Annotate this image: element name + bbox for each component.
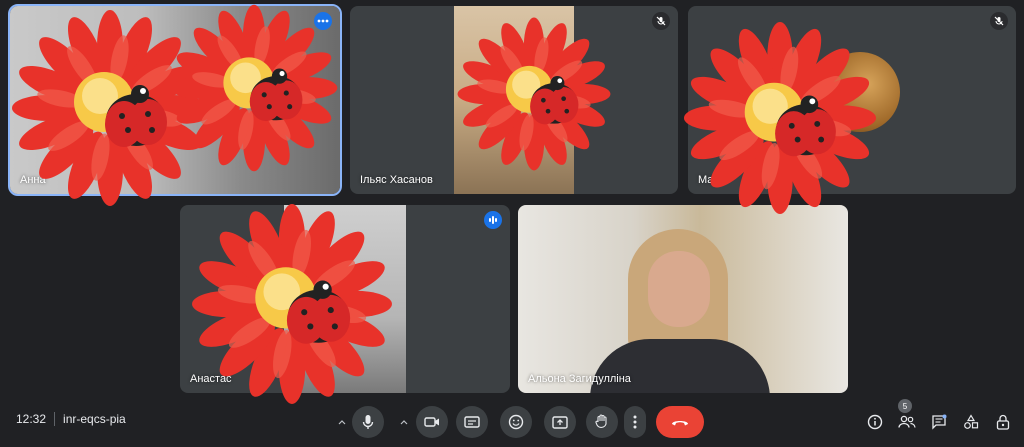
participant-video: [284, 205, 406, 393]
raise-hand-icon: [595, 414, 607, 428]
participant-video: [454, 6, 574, 194]
mic-button[interactable]: [352, 406, 384, 438]
emoji-button[interactable]: [500, 406, 532, 438]
more-options-button[interactable]: [314, 12, 332, 30]
meeting-code: inr-eqcs-pia: [63, 412, 126, 426]
people-count-badge: 5: [898, 399, 912, 413]
mic-off-icon: [994, 16, 1004, 26]
participant-avatar: [820, 52, 900, 132]
hang-up-icon: [672, 421, 688, 426]
camera-icon: [424, 417, 439, 427]
more-horizontal-icon: [317, 19, 329, 23]
activities-icon: [964, 414, 979, 429]
participant-name: Ільяс Хасанов: [360, 174, 433, 186]
mic-off-icon: [656, 16, 666, 26]
meeting-info-button[interactable]: [864, 411, 886, 433]
people-icon: [898, 415, 916, 428]
raise-hand-button[interactable]: [586, 406, 618, 438]
camera-button[interactable]: [416, 406, 448, 438]
participant-tile[interactable]: Анастас: [180, 205, 510, 393]
more-options-button[interactable]: [624, 406, 646, 438]
audio-level-icon: [489, 216, 497, 224]
meeting-time: 12:32: [16, 412, 47, 426]
control-bar: 12:32 inr-eqcs-pia 5: [0, 396, 1024, 447]
host-controls-button[interactable]: [992, 411, 1014, 433]
chevron-up-icon: [338, 419, 346, 424]
present-icon: [552, 415, 568, 429]
activities-button[interactable]: [960, 411, 982, 433]
mic-icon: [362, 415, 374, 429]
participant-video: [10, 6, 340, 194]
participant-name: Альона Загидулліна: [528, 373, 631, 385]
host-controls-icon: [996, 414, 1010, 430]
people-button[interactable]: 5: [896, 399, 918, 433]
more-vertical-icon: [633, 415, 637, 429]
present-button[interactable]: [544, 406, 576, 438]
muted-indicator: [652, 12, 670, 30]
participant-name: Анастас: [190, 373, 232, 385]
video-settings-button[interactable]: [394, 406, 414, 438]
info-icon: [867, 414, 883, 430]
meeting-details: 12:32 inr-eqcs-pia: [16, 412, 126, 426]
divider: [54, 412, 56, 426]
chat-button[interactable]: [928, 411, 950, 433]
captions-icon: [464, 416, 480, 428]
participant-tile[interactable]: Мар: [688, 6, 1016, 194]
audio-settings-button[interactable]: [332, 406, 352, 438]
participant-figure: [590, 229, 770, 393]
participant-tile[interactable]: Ільяс Хасанов: [350, 6, 678, 194]
participant-tile[interactable]: Альона Загидулліна: [518, 205, 848, 393]
emoji-icon: [508, 414, 524, 430]
hang-up-button[interactable]: [656, 406, 704, 438]
speaking-indicator: [484, 211, 502, 229]
participant-name: Мар: [698, 174, 720, 186]
muted-indicator: [990, 12, 1008, 30]
participant-name: Анна: [20, 174, 46, 186]
captions-button[interactable]: [456, 406, 488, 438]
participant-tile[interactable]: Анна: [8, 4, 342, 196]
chat-icon: [932, 414, 947, 430]
chevron-up-icon: [400, 419, 408, 424]
